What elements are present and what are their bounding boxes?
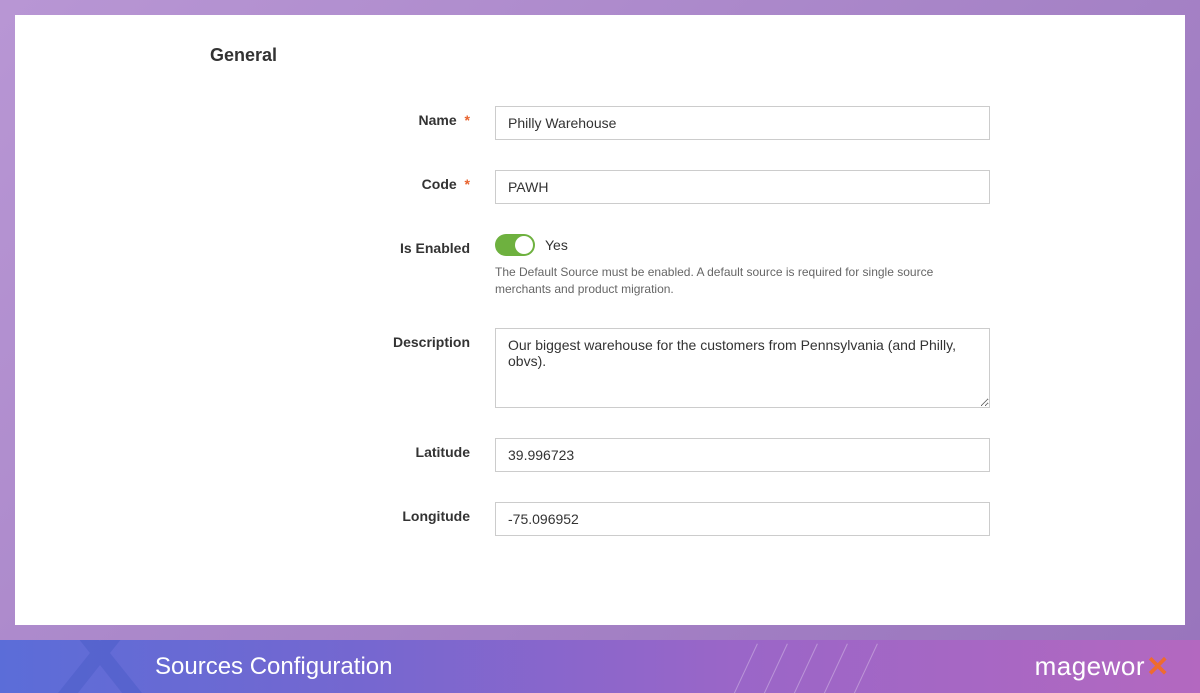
code-input[interactable] xyxy=(495,170,990,204)
latitude-row: Latitude xyxy=(55,438,1145,472)
description-label: Description xyxy=(55,328,495,350)
footer-bar: Sources Configuration magewor✕ xyxy=(0,640,1200,693)
name-input[interactable] xyxy=(495,106,990,140)
longitude-row: Longitude xyxy=(55,502,1145,536)
mageworx-logo: magewor✕ xyxy=(1035,650,1170,683)
content-panel: General Name * Code * Is Enabled Yes The… xyxy=(15,15,1185,625)
longitude-label: Longitude xyxy=(55,502,495,524)
description-row: Description Our biggest warehouse for th… xyxy=(55,328,1145,408)
latitude-input[interactable] xyxy=(495,438,990,472)
name-row: Name * xyxy=(55,106,1145,140)
description-textarea[interactable]: Our biggest warehouse for the customers … xyxy=(495,328,990,408)
footer-lines-decoration xyxy=(720,640,920,693)
is-enabled-toggle[interactable] xyxy=(495,234,535,256)
is-enabled-row: Is Enabled Yes The Default Source must b… xyxy=(55,234,1145,298)
footer-x-decoration-icon xyxy=(40,640,160,693)
required-asterisk-icon: * xyxy=(465,176,470,192)
is-enabled-help: The Default Source must be enabled. A de… xyxy=(495,264,990,298)
latitude-label: Latitude xyxy=(55,438,495,460)
is-enabled-value: Yes xyxy=(545,237,568,253)
section-title: General xyxy=(210,45,1145,66)
code-row: Code * xyxy=(55,170,1145,204)
footer-title: Sources Configuration xyxy=(155,653,392,681)
logo-x-icon: ✕ xyxy=(1146,650,1170,683)
longitude-input[interactable] xyxy=(495,502,990,536)
code-label: Code * xyxy=(55,170,495,192)
is-enabled-label: Is Enabled xyxy=(55,234,495,256)
toggle-knob-icon xyxy=(515,236,533,254)
name-label: Name * xyxy=(55,106,495,128)
required-asterisk-icon: * xyxy=(465,112,470,128)
